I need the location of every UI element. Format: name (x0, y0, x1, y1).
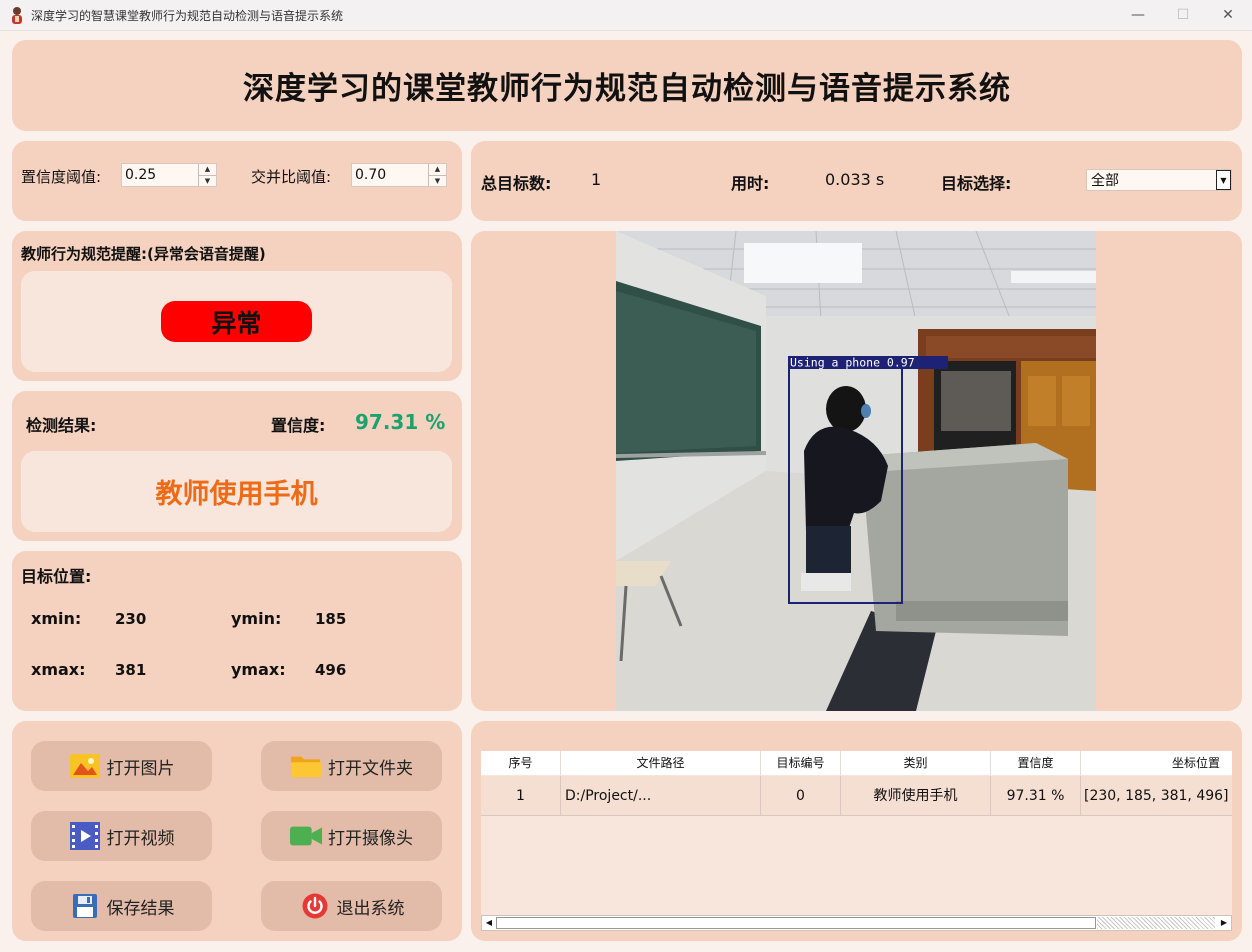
iou-threshold-spinbox[interactable]: 0.70 ▲ ▼ (351, 163, 447, 187)
app-icon (9, 6, 25, 24)
scroll-left-icon[interactable]: ◀ (482, 916, 496, 930)
detection-image: Using a phone 0.97 (616, 231, 1096, 711)
ymax-label: ymax: (231, 660, 286, 679)
confidence-threshold-spinbox[interactable]: 0.25 ▲ ▼ (121, 163, 217, 187)
exit-button[interactable]: 退出系统 (261, 881, 442, 931)
table-cell[interactable]: D:/Project/... (561, 776, 761, 816)
save-button[interactable]: 保存结果 (31, 881, 212, 931)
result-label: 检测结果: (26, 416, 97, 435)
table-cell[interactable]: 0 (761, 776, 841, 816)
position-label: 目标位置: (21, 567, 92, 586)
open-image-label: 打开图片 (106, 758, 175, 779)
ymin-value: 185 (315, 610, 347, 628)
xmin-value: 230 (115, 610, 147, 628)
ymax-value: 496 (315, 661, 347, 679)
time-value: 0.033 s (825, 170, 885, 189)
open-camera-button[interactable]: 打开摄像头 (261, 811, 442, 861)
target-select-value[interactable]: 全部 (1087, 170, 1216, 190)
spin-up-icon[interactable]: ▲ (199, 164, 216, 176)
iou-threshold-value[interactable]: 0.70 (352, 167, 428, 183)
minimize-button[interactable]: — (1115, 0, 1161, 31)
confidence-threshold-value[interactable]: 0.25 (122, 167, 198, 183)
iou-threshold-label: 交并比阈值: (251, 168, 332, 186)
result-box: 教师使用手机 (21, 451, 452, 532)
app-title: 深度学习的课堂教师行为规范自动检测与语音提示系统 (243, 71, 1011, 107)
open-video-label: 打开视频 (106, 828, 175, 849)
target-select-dropdown[interactable]: 全部 ▼ (1086, 169, 1232, 191)
window-title: 深度学习的智慧课堂教师行为规范自动检测与语音提示系统 (31, 9, 344, 23)
header-panel: 深度学习的课堂教师行为规范自动检测与语音提示系统 (12, 40, 1242, 131)
table-cell[interactable]: [230, 185, 381, 496] (1081, 776, 1232, 816)
save-label: 保存结果 (106, 898, 175, 919)
detection-box-label: Using a phone 0.97 (790, 356, 915, 370)
image-icon (69, 752, 101, 780)
folder-icon (290, 752, 322, 780)
open-folder-label: 打开文件夹 (328, 758, 413, 779)
open-folder-button[interactable]: 打开文件夹 (261, 741, 442, 791)
open-image-button[interactable]: 打开图片 (31, 741, 212, 791)
column-header[interactable]: 坐标位置 (1081, 751, 1232, 775)
column-header[interactable]: 置信度 (991, 751, 1081, 775)
total-targets-label: 总目标数: (481, 174, 552, 193)
open-video-button[interactable]: 打开视频 (31, 811, 212, 861)
xmax-value: 381 (115, 661, 147, 679)
total-targets-value: 1 (591, 170, 602, 189)
result-value: 教师使用手机 (155, 479, 318, 510)
exit-label: 退出系统 (336, 898, 405, 919)
table-cell[interactable]: 97.31 % (991, 776, 1081, 816)
xmin-label: xmin: (31, 609, 82, 628)
maximize-button[interactable]: ☐ (1160, 0, 1206, 31)
video-icon (69, 822, 101, 850)
confidence-value: 97.31 % (355, 410, 446, 434)
target-select-label: 目标选择: (941, 174, 1012, 193)
table-header: 序号 文件路径 目标编号 类别 置信度 坐标位置 (481, 751, 1232, 775)
table-row[interactable]: 1 D:/Project/... 0 教师使用手机 97.31 % [230, … (481, 776, 1232, 816)
table-cell[interactable]: 1 (481, 776, 561, 816)
power-icon (299, 892, 331, 920)
ymin-label: ymin: (231, 609, 282, 628)
scrollbar-thumb[interactable] (496, 917, 1096, 929)
close-button[interactable]: ✕ (1205, 0, 1251, 31)
xmax-label: xmax: (31, 660, 86, 679)
column-header[interactable]: 目标编号 (761, 751, 841, 775)
scrollbar-track[interactable] (1097, 917, 1215, 929)
time-label: 用时: (731, 174, 770, 193)
column-header[interactable]: 文件路径 (561, 751, 761, 775)
column-header[interactable]: 序号 (481, 751, 561, 775)
results-table[interactable]: 序号 文件路径 目标编号 类别 置信度 坐标位置 1 D:/Project/..… (481, 751, 1232, 931)
spin-up-icon[interactable]: ▲ (429, 164, 446, 176)
camera-icon (290, 822, 322, 850)
confidence-label: 置信度: (271, 416, 326, 435)
column-header[interactable]: 类别 (841, 751, 991, 775)
confidence-threshold-label: 置信度阈值: (21, 168, 102, 186)
table-cell[interactable]: 教师使用手机 (841, 776, 991, 816)
reminder-label: 教师行为规范提醒:(异常会语音提醒) (21, 245, 266, 263)
horizontal-scrollbar[interactable]: ◀ ▶ (481, 915, 1232, 931)
status-badge: 异常 (161, 301, 312, 342)
chevron-down-icon[interactable]: ▼ (1216, 170, 1231, 190)
spin-down-icon[interactable]: ▼ (429, 176, 446, 187)
floppy-disk-icon (69, 892, 101, 920)
scroll-right-icon[interactable]: ▶ (1217, 916, 1231, 930)
status-text: 异常 (211, 308, 262, 338)
spin-down-icon[interactable]: ▼ (199, 176, 216, 187)
open-camera-label: 打开摄像头 (328, 828, 413, 849)
